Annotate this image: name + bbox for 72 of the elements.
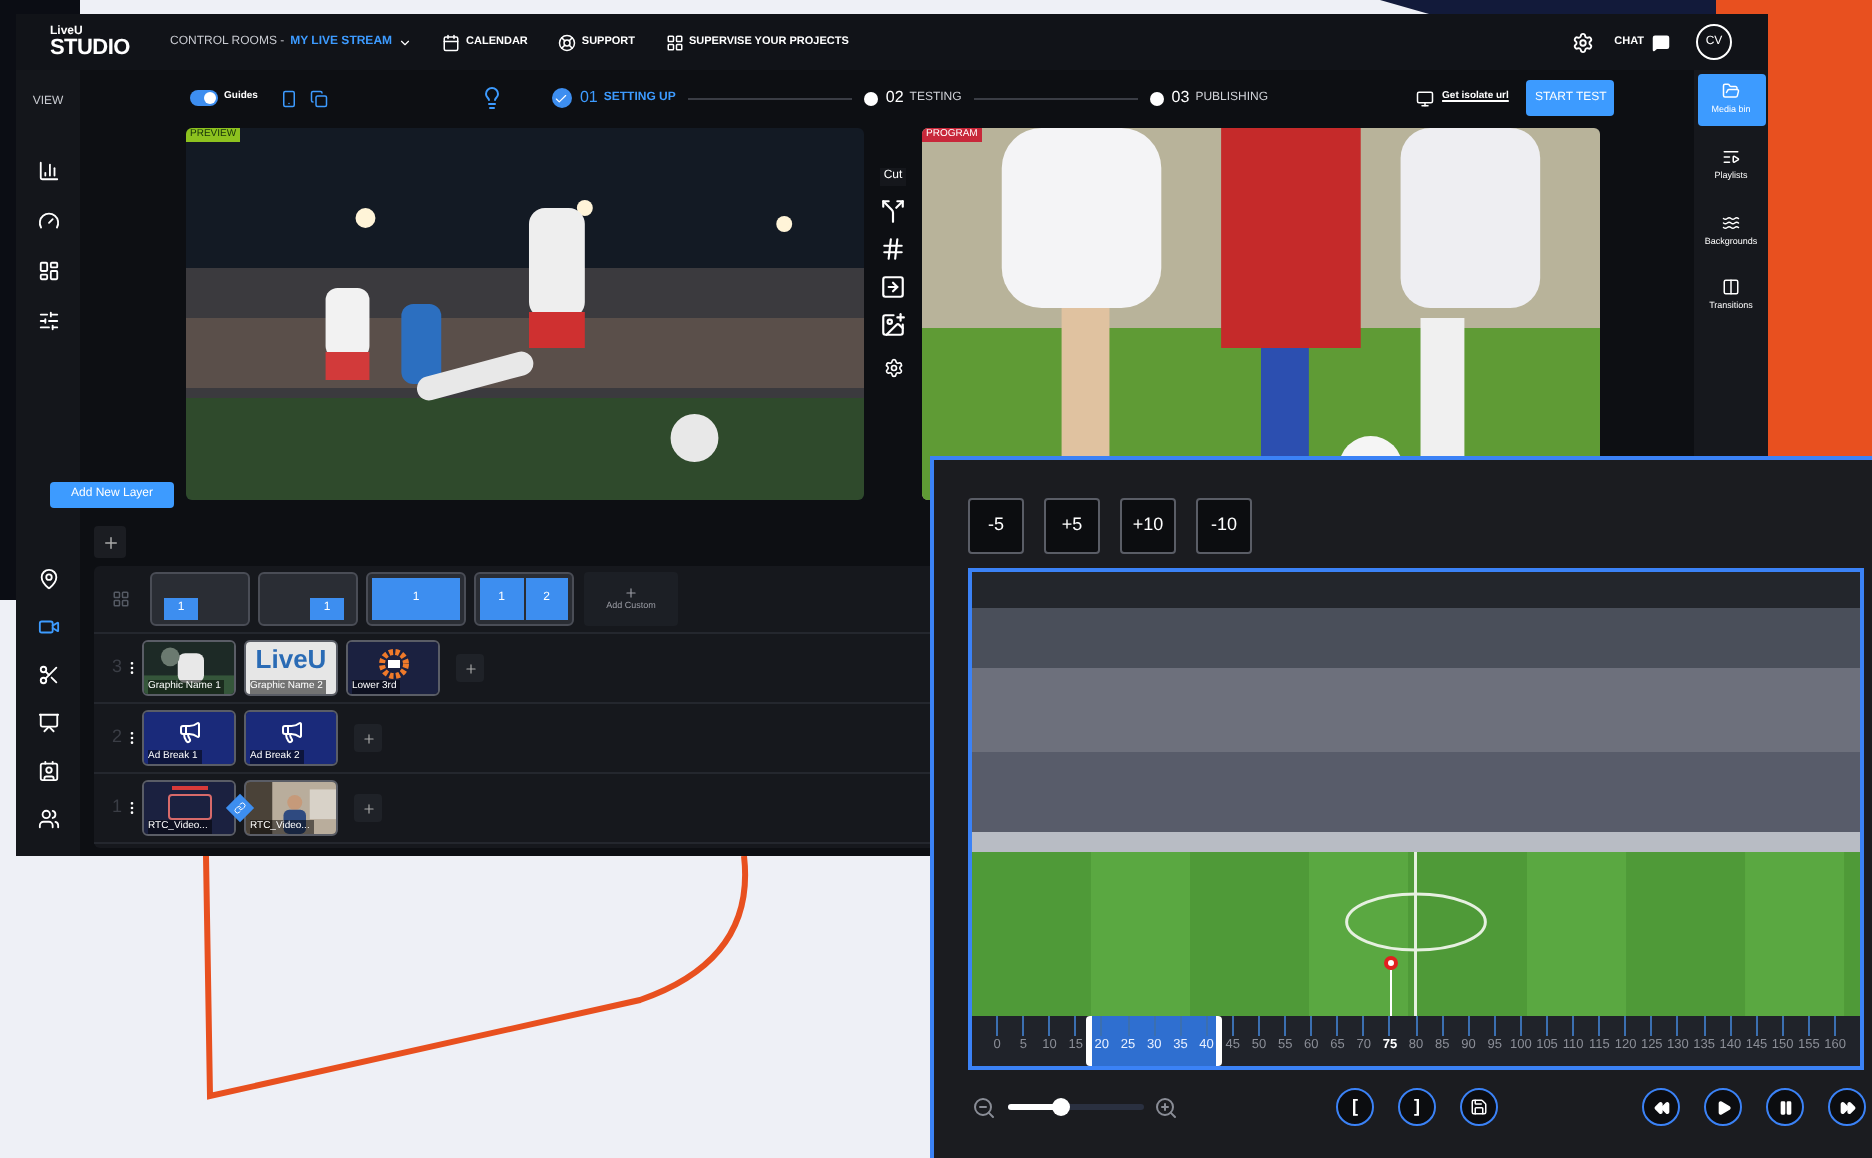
lightbulb-icon[interactable] bbox=[479, 86, 504, 110]
hash-icon[interactable] bbox=[880, 236, 906, 262]
add-source-button[interactable] bbox=[354, 794, 382, 822]
chat-icon[interactable] bbox=[1652, 33, 1670, 51]
calendar-icon[interactable] bbox=[442, 33, 461, 51]
pause-icon bbox=[1777, 1099, 1793, 1115]
step-number: 03 bbox=[1171, 86, 1190, 110]
step-number: 02 bbox=[885, 86, 904, 110]
image-plus-icon[interactable] bbox=[880, 312, 906, 338]
split-icon[interactable] bbox=[880, 198, 906, 224]
lifebuoy-icon[interactable] bbox=[557, 33, 576, 51]
add-source-button[interactable] bbox=[354, 724, 382, 752]
settings-icon[interactable] bbox=[1572, 31, 1595, 53]
plus-icon bbox=[463, 661, 477, 675]
grid-icon bbox=[112, 590, 130, 608]
sliders-icon[interactable] bbox=[37, 310, 59, 332]
frame-graphic bbox=[167, 794, 211, 820]
fast-forward-icon bbox=[1839, 1099, 1855, 1115]
fast-forward-button[interactable] bbox=[1828, 1088, 1866, 1126]
caret-icon[interactable] bbox=[398, 35, 413, 49]
jump-button[interactable]: -10 bbox=[1196, 498, 1252, 554]
columns-icon bbox=[1722, 278, 1740, 297]
rewind-button[interactable] bbox=[1642, 1088, 1680, 1126]
zoom-slider[interactable] bbox=[1008, 1104, 1144, 1110]
chart-icon[interactable] bbox=[37, 160, 59, 182]
plus-icon bbox=[101, 533, 119, 551]
rewind-icon bbox=[1653, 1099, 1669, 1115]
zoom-slider-thumb[interactable] bbox=[1051, 1098, 1070, 1116]
ring-graphic-icon bbox=[377, 648, 409, 680]
monitor-icon bbox=[1416, 89, 1435, 107]
megaphone-icon bbox=[177, 720, 201, 744]
plus-icon bbox=[361, 801, 375, 815]
gauge-icon[interactable] bbox=[37, 210, 59, 232]
presentation-icon[interactable] bbox=[37, 712, 59, 734]
zoom-out-icon[interactable] bbox=[972, 1095, 996, 1119]
plus-icon bbox=[624, 585, 638, 600]
logo-text: LiveU bbox=[255, 646, 327, 672]
dashboard-icon[interactable] bbox=[37, 260, 59, 282]
guides-toggle[interactable] bbox=[190, 90, 218, 106]
add-source-button[interactable] bbox=[456, 654, 484, 682]
settings-icon[interactable] bbox=[883, 358, 903, 378]
play-icon bbox=[1715, 1099, 1731, 1115]
users-icon[interactable] bbox=[37, 808, 59, 830]
scissors-icon[interactable] bbox=[37, 664, 59, 686]
jump-button[interactable]: +10 bbox=[1120, 498, 1176, 554]
megaphone-icon bbox=[279, 720, 303, 744]
arrow-square-icon[interactable] bbox=[880, 274, 906, 300]
mark-button[interactable]: ] bbox=[1398, 1088, 1436, 1126]
zoom-in-icon[interactable] bbox=[1154, 1095, 1178, 1119]
contact-card-icon[interactable] bbox=[37, 760, 59, 782]
link-icon bbox=[234, 802, 246, 814]
playhead[interactable] bbox=[1383, 956, 1398, 1016]
folder-icon bbox=[1722, 82, 1740, 100]
jump-button[interactable]: -5 bbox=[968, 498, 1024, 554]
plus-icon bbox=[361, 731, 375, 745]
video-camera-icon[interactable] bbox=[37, 616, 59, 638]
waves-icon bbox=[1722, 213, 1740, 231]
copy-icon[interactable] bbox=[309, 89, 328, 107]
playlist-icon bbox=[1722, 147, 1740, 166]
pin-icon[interactable] bbox=[37, 568, 59, 590]
add-layer-button[interactable] bbox=[94, 526, 126, 558]
mark-button[interactable]: [ bbox=[1336, 1088, 1374, 1126]
save-icon bbox=[1470, 1098, 1488, 1116]
phone-icon[interactable] bbox=[279, 89, 298, 107]
pause-button[interactable] bbox=[1766, 1088, 1804, 1126]
selection-range[interactable] bbox=[1086, 1016, 1223, 1066]
jump-button[interactable]: +5 bbox=[1044, 498, 1100, 554]
step-number: 01 bbox=[579, 86, 598, 110]
logo-bottom: STUDIO bbox=[50, 37, 132, 59]
play-button[interactable] bbox=[1704, 1088, 1742, 1126]
grid-icon[interactable] bbox=[665, 33, 683, 51]
save-button[interactable] bbox=[1460, 1088, 1498, 1126]
